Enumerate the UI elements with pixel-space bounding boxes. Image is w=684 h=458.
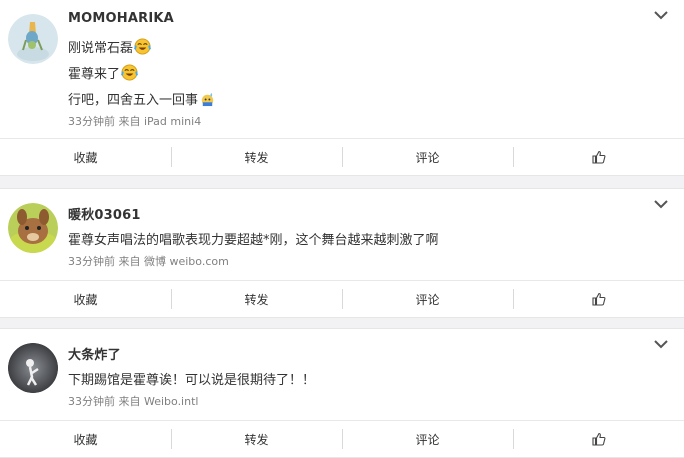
comment-line: 行吧，四舍五入一回事 — [68, 89, 216, 108]
avatar[interactable] — [8, 343, 58, 393]
comment-button[interactable]: 评论 — [342, 281, 513, 317]
sweat-emoji-icon — [201, 92, 214, 107]
comment-line: 刚说常石磊 — [68, 37, 151, 56]
thumbs-up-icon — [591, 150, 605, 164]
comment-text: 刚说常石磊 — [68, 41, 134, 56]
laughing-crying-emoji-icon — [121, 64, 138, 81]
comment-card: 大条炸了 下期踢馆是霍尊诶！可以说是很期待了！！ 33分钟前 来自 Weibo.… — [0, 328, 684, 458]
chevron-down-icon[interactable] — [654, 339, 668, 349]
comment-meta: 33分钟前 来自 iPad mini4 — [68, 115, 202, 128]
comment-meta: 33分钟前 来自 微博 weibo.com — [68, 255, 229, 268]
comment-meta: 33分钟前 来自 Weibo.intl — [68, 395, 199, 408]
action-bar: 收藏 转发 评论 — [0, 420, 684, 457]
favorite-button[interactable]: 收藏 — [0, 281, 171, 317]
comment-button[interactable]: 评论 — [342, 421, 513, 457]
laughing-crying-emoji-icon — [134, 38, 151, 55]
comment-text: 霍尊女声唱法的唱歌表现力要超越*刚，这个舞台越来越刺激了啊 — [68, 233, 439, 248]
like-button[interactable] — [513, 281, 684, 317]
repost-button[interactable]: 转发 — [171, 139, 342, 175]
repost-button[interactable]: 转发 — [171, 281, 342, 317]
username[interactable]: MOMOHARIKA — [68, 11, 174, 26]
repost-button[interactable]: 转发 — [171, 421, 342, 457]
favorite-button[interactable]: 收藏 — [0, 139, 171, 175]
comment-button[interactable]: 评论 — [342, 139, 513, 175]
thumbs-up-icon — [591, 292, 605, 306]
username[interactable]: 大条炸了 — [68, 344, 121, 363]
username[interactable]: 暖秋03061 — [68, 204, 141, 223]
comment-feed: MOMOHARIKA 刚说常石磊 霍尊来了 行吧，四舍五入一回事 33分钟前 来… — [0, 0, 684, 458]
comment-text: 霍尊来了 — [68, 67, 121, 82]
avatar[interactable] — [8, 14, 58, 64]
comment-card: 暖秋03061 霍尊女声唱法的唱歌表现力要超越*刚，这个舞台越来越刺激了啊 33… — [0, 188, 684, 318]
comment-line: 霍尊来了 — [68, 63, 138, 82]
chevron-down-icon[interactable] — [654, 10, 668, 20]
avatar[interactable] — [8, 203, 58, 253]
action-bar: 收藏 转发 评论 — [0, 280, 684, 317]
like-button[interactable] — [513, 139, 684, 175]
comment-text: 行吧，四舍五入一回事 — [68, 93, 199, 108]
comment-card: MOMOHARIKA 刚说常石磊 霍尊来了 行吧，四舍五入一回事 33分钟前 来… — [0, 0, 684, 176]
favorite-button[interactable]: 收藏 — [0, 421, 171, 457]
thumbs-up-icon — [591, 432, 605, 446]
chevron-down-icon[interactable] — [654, 199, 668, 209]
action-bar: 收藏 转发 评论 — [0, 138, 684, 175]
like-button[interactable] — [513, 421, 684, 457]
comment-text: 下期踢馆是霍尊诶！可以说是很期待了！！ — [68, 373, 316, 388]
